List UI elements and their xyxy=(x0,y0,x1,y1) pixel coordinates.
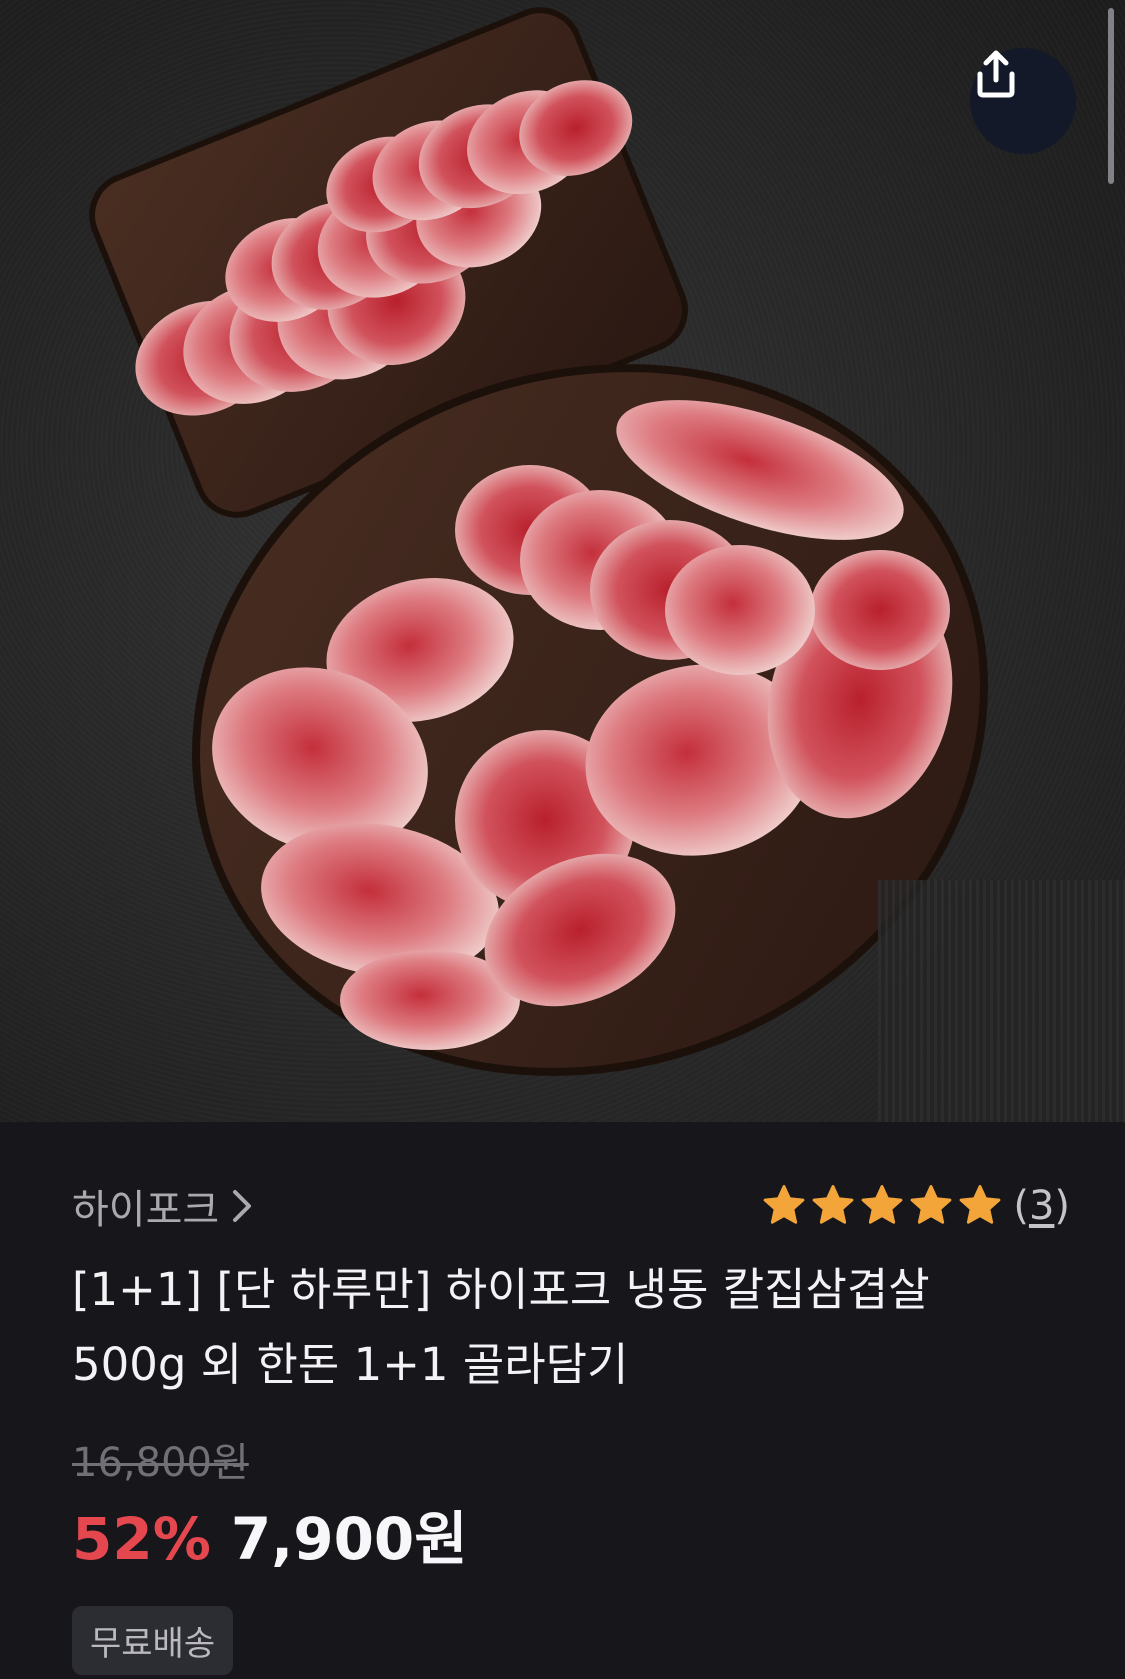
star-icon xyxy=(959,1185,1001,1224)
share-icon xyxy=(977,50,1015,98)
product-title-line2: 500g 외 한돈 1+1 골라담기 xyxy=(72,1338,629,1391)
original-price: 16,800원 xyxy=(72,1440,249,1486)
product-image xyxy=(0,0,1125,1122)
product-title: [1+1] [단 하루만] 하이포크 냉동 칼집삼겹살 500g 외 한돈 1+… xyxy=(72,1252,1052,1402)
discount-rate: 52% xyxy=(72,1505,211,1573)
scrollbar[interactable] xyxy=(1108,8,1114,184)
seller-link[interactable]: 하이포크 xyxy=(72,1177,253,1235)
star-icon xyxy=(763,1185,805,1224)
product-title-line1: [1+1] [단 하루만] 하이포크 냉동 칼집삼겹살 xyxy=(72,1263,930,1316)
image-corner-artifact xyxy=(878,880,1125,1122)
star-rating xyxy=(761,1183,1003,1229)
share-button[interactable] xyxy=(970,48,1076,154)
star-icon xyxy=(812,1185,854,1224)
star-icon xyxy=(910,1185,952,1224)
rating[interactable]: (3) xyxy=(761,1183,1070,1229)
review-count[interactable]: (3) xyxy=(1013,1183,1070,1229)
sale-price: 7,900원 xyxy=(230,1505,468,1573)
star-icon xyxy=(861,1185,903,1224)
seller-name: 하이포크 xyxy=(72,1187,220,1233)
free-shipping-badge: 무료배송 xyxy=(72,1606,234,1675)
seller-rating-row: 하이포크 (3) xyxy=(72,1176,1070,1236)
chevron-right-icon xyxy=(233,1190,252,1222)
price-row: 52% 7,900원 xyxy=(72,1492,468,1576)
